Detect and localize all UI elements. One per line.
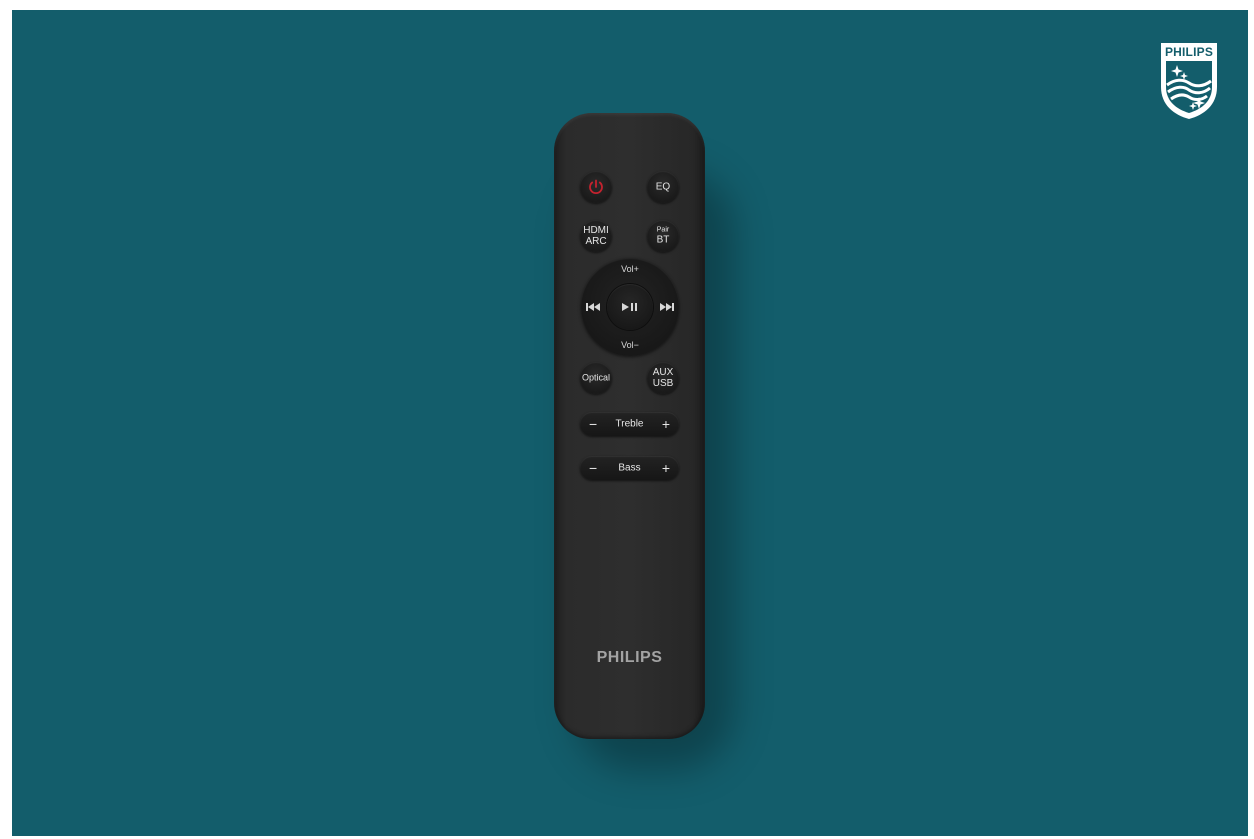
- remote-control: EQ HDMI ARC Pair BT Vol+ Vol− Optical AU…: [554, 113, 705, 739]
- aux-usb-button[interactable]: AUX USB: [647, 362, 679, 394]
- arc-label: ARC: [585, 236, 607, 247]
- pair-bt-button[interactable]: Pair BT: [647, 220, 679, 252]
- pair-bt-label: Pair BT: [647, 227, 679, 246]
- bt-label: BT: [656, 234, 670, 246]
- play-pause-button[interactable]: [607, 284, 653, 330]
- power-button[interactable]: [580, 171, 612, 203]
- hdmi-arc-button[interactable]: HDMI ARC: [580, 220, 612, 252]
- treble-control: − Treble +: [580, 412, 679, 436]
- usb-label: USB: [652, 378, 674, 389]
- eq-label: EQ: [655, 181, 671, 193]
- hdmi-label: HDMI: [583, 225, 609, 236]
- previous-track-icon[interactable]: [586, 302, 602, 312]
- product-photo: PHILIPS EQ HDMI ARC Pair BT Vol+ Vol− Op…: [12, 10, 1248, 836]
- philips-logo: PHILIPS: [1157, 41, 1221, 121]
- bass-control: − Bass +: [580, 456, 679, 480]
- aux-usb-label: AUX USB: [647, 367, 679, 389]
- dpad: Vol+ Vol−: [581, 258, 679, 356]
- vol-down-button[interactable]: Vol−: [581, 340, 679, 350]
- treble-plus-button[interactable]: +: [662, 416, 670, 432]
- optical-button[interactable]: Optical: [580, 362, 612, 394]
- pair-label: Pair: [656, 226, 670, 234]
- play-pause-icon: [622, 303, 637, 311]
- hdmi-arc-label: HDMI ARC: [580, 225, 612, 247]
- eq-button[interactable]: EQ: [647, 171, 679, 203]
- power-icon: [589, 179, 603, 194]
- optical-label: Optical: [581, 372, 610, 383]
- vol-up-button[interactable]: Vol+: [581, 264, 679, 274]
- bass-plus-button[interactable]: +: [662, 460, 670, 476]
- next-track-icon[interactable]: [658, 302, 674, 312]
- logo-wordmark: PHILIPS: [1164, 45, 1214, 59]
- remote-brand-label: PHILIPS: [596, 649, 663, 666]
- aux-label: AUX: [652, 367, 674, 378]
